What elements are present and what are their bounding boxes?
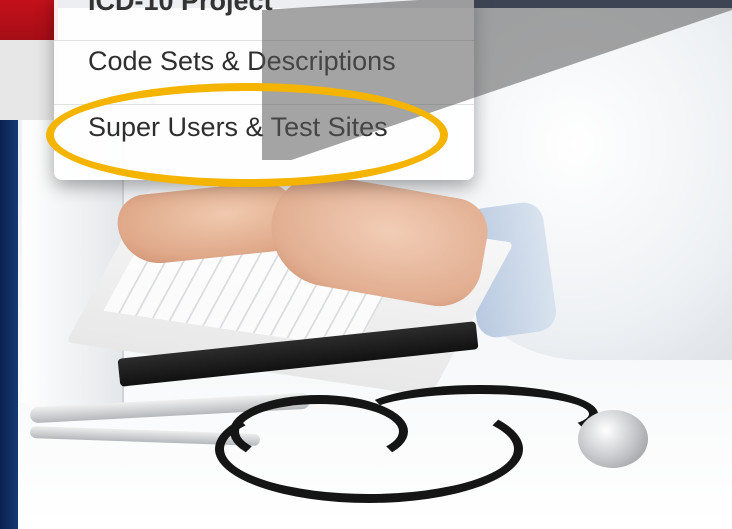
nav-tab-panel xyxy=(0,40,58,120)
stethoscope-icon xyxy=(578,410,648,468)
highlight-ring xyxy=(46,83,448,187)
stethoscope-tube-upper xyxy=(360,385,598,443)
menu-item-icd10-project[interactable]: ICD-10 Project xyxy=(88,0,273,17)
nav-tab-active[interactable] xyxy=(0,0,58,40)
